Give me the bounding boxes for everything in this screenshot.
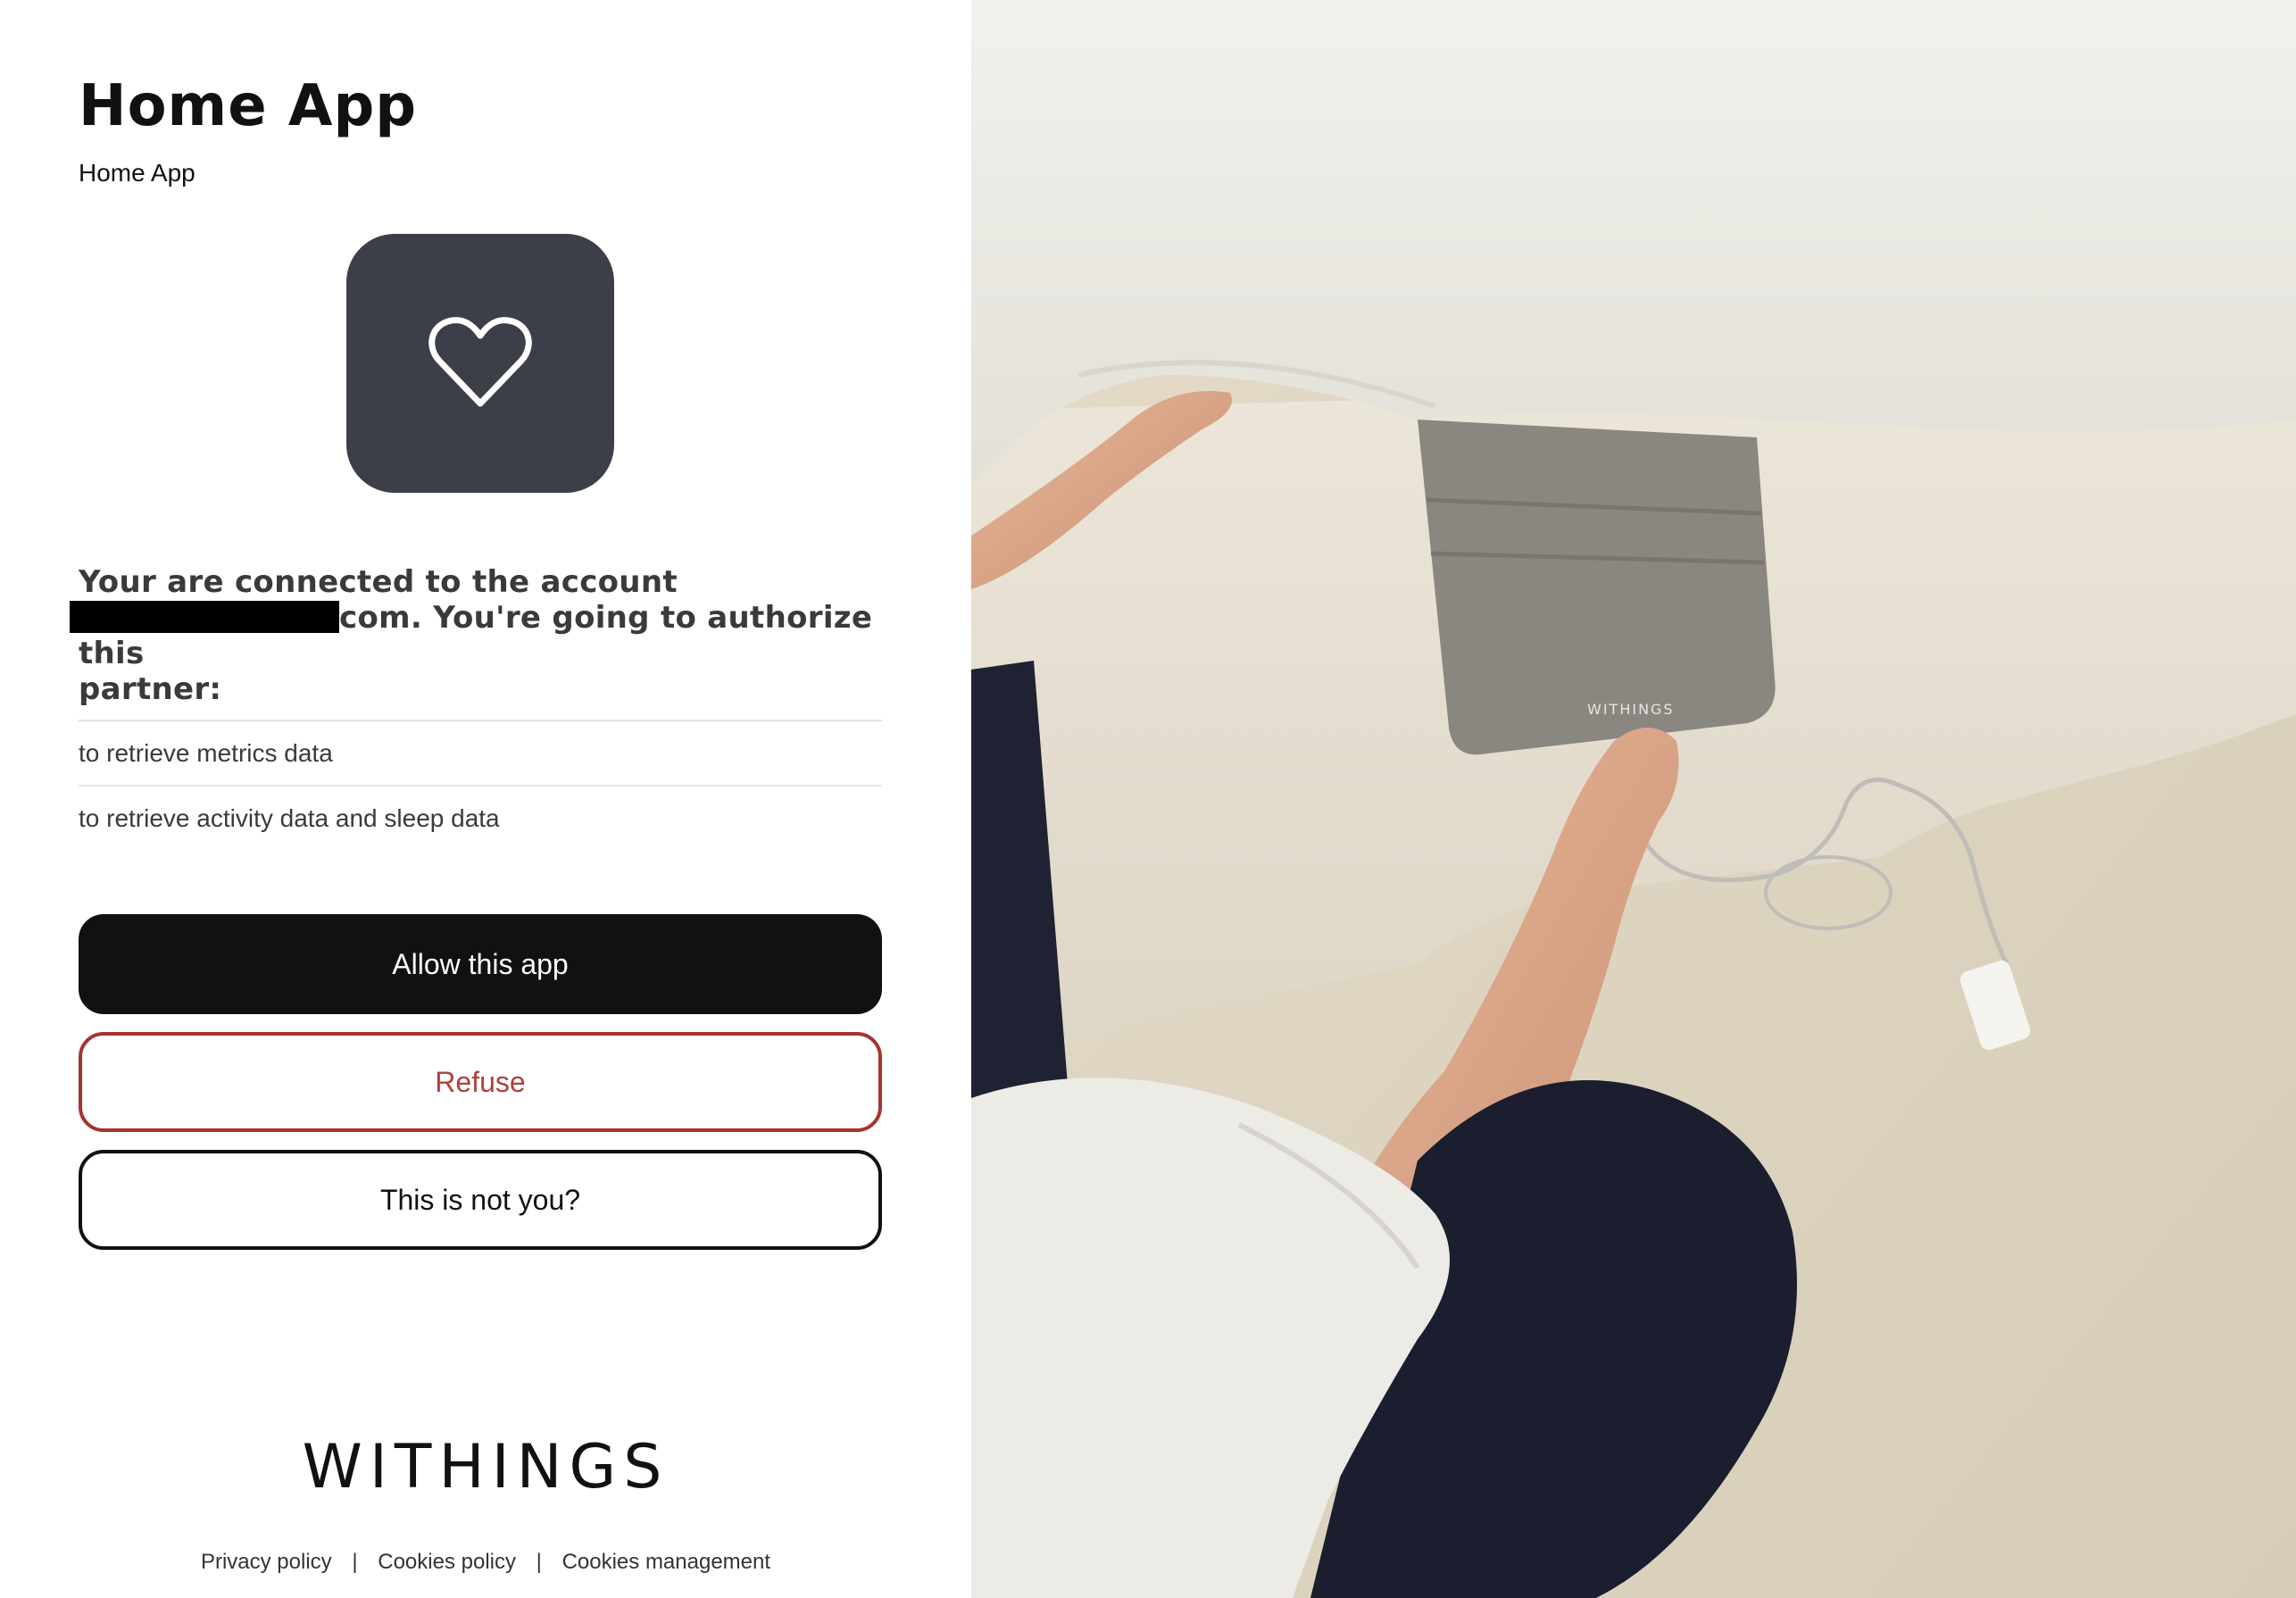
permission-item: to retrieve metrics data [79, 721, 882, 787]
cookies-management-link[interactable]: Cookies management [562, 1550, 770, 1574]
app-subtitle: Home App [79, 159, 195, 187]
pad-brand-label: WITHINGS [1587, 701, 1675, 718]
withings-logo: WITHINGS [302, 1432, 670, 1502]
permissions-list: to retrieve metrics data to retrieve act… [79, 720, 882, 850]
consent-line-3: partner: [79, 671, 222, 707]
not-you-button[interactable]: This is not you? [79, 1150, 882, 1250]
privacy-policy-link[interactable]: Privacy policy [201, 1550, 332, 1574]
cookies-policy-link[interactable]: Cookies policy [378, 1550, 516, 1574]
footer-separator: | [352, 1550, 358, 1574]
hero-photo: WITHINGS [971, 0, 2296, 1598]
authorization-page: Home App Home App Your are connected to … [0, 0, 2296, 1598]
sleep-analyzer-illustration: WITHINGS [971, 0, 2296, 1598]
allow-button[interactable]: Allow this app [79, 914, 882, 1014]
footer-separator: | [536, 1550, 542, 1574]
app-icon [346, 234, 614, 493]
consent-message: Your are connected to the account com. Y… [70, 564, 882, 707]
page-title: Home App [79, 73, 418, 139]
redacted-email [70, 601, 339, 633]
permission-item: to retrieve activity data and sleep data [79, 803, 500, 832]
footer-links: Privacy policy | Cookies policy | Cookie… [0, 1550, 971, 1575]
heart-icon [428, 317, 532, 407]
consent-line-2: com. You're going to authorize this [70, 600, 882, 671]
refuse-button[interactable]: Refuse [79, 1032, 882, 1132]
consent-line-1: Your are connected to the account [79, 564, 678, 600]
consent-panel: Home App Home App Your are connected to … [0, 0, 971, 1598]
